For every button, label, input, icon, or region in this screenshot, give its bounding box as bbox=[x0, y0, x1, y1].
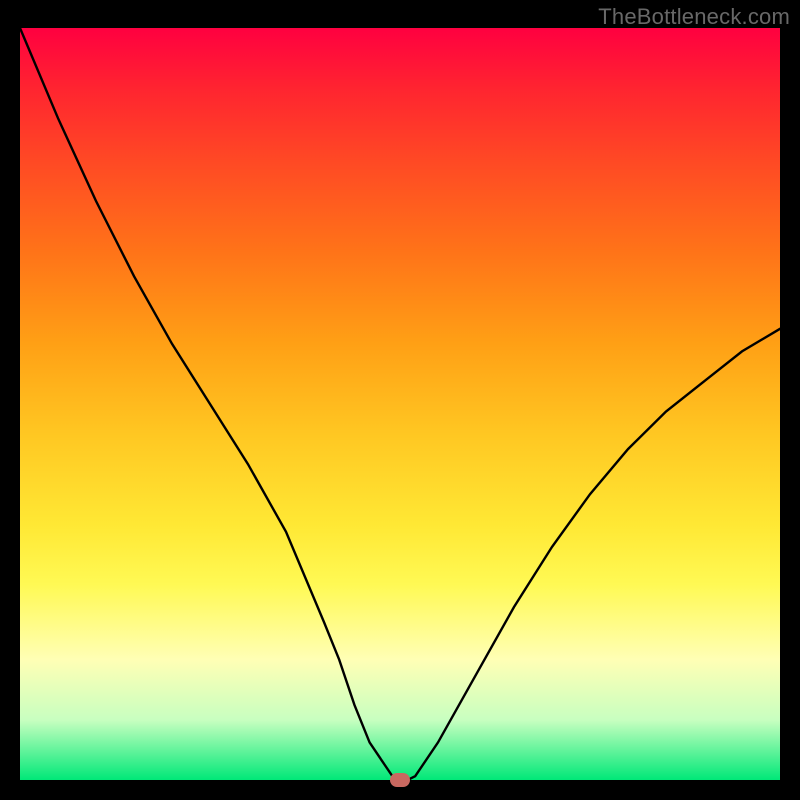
watermark-label: TheBottleneck.com bbox=[598, 4, 790, 30]
chart-frame: TheBottleneck.com bbox=[0, 0, 800, 800]
plot-area bbox=[20, 28, 780, 780]
bottleneck-curve bbox=[20, 28, 780, 780]
bottleneck-marker bbox=[390, 773, 410, 787]
